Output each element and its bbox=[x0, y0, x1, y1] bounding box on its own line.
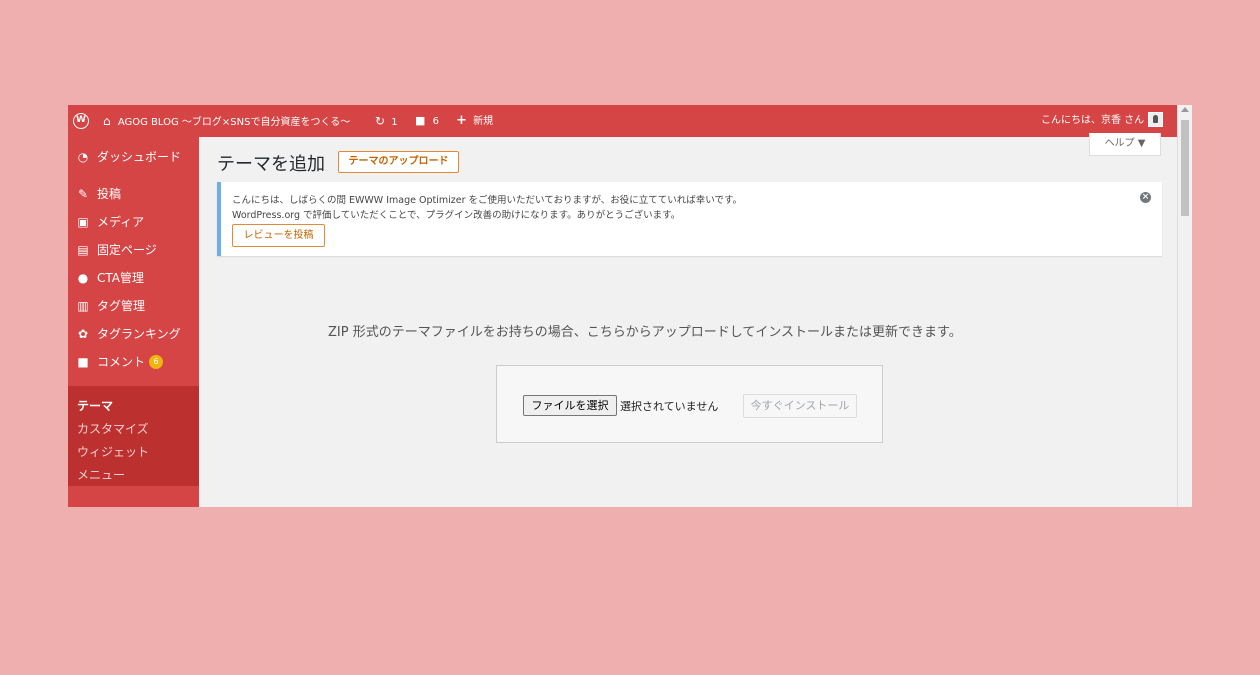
sidebar-item-label: タグ管理 bbox=[97, 299, 146, 313]
comment-count-badge: 6 bbox=[149, 354, 164, 369]
sidebar-item-tag-ranking[interactable]: ✿ タグランキング bbox=[68, 321, 199, 347]
notice-text-line1: こんにちは、しばらくの間 EWWW Image Optimizer をご使用いた… bbox=[232, 195, 743, 206]
sidebar-item-cta[interactable]: ● CTA管理 bbox=[68, 265, 199, 291]
browser-viewport: W ⌂ AGOG BLOG ～ブログ×SNSで自分資産をつくる～ ↻ 1 ■ 6… bbox=[68, 105, 1192, 507]
upload-form: ファイルを選択 選択されていません 今すぐインストール bbox=[496, 365, 883, 443]
updates-link[interactable]: ↻ 1 bbox=[375, 105, 398, 137]
sidebar-item-comments[interactable]: ■ コメント 6 bbox=[68, 349, 199, 375]
tag-icon: ▥ bbox=[77, 299, 89, 313]
upload-theme-button[interactable]: テーマのアップロード bbox=[338, 151, 459, 173]
new-content-link[interactable]: + 新規 bbox=[456, 105, 493, 137]
sidebar-item-label: 固定ページ bbox=[97, 243, 157, 257]
comments-link[interactable]: ■ 6 bbox=[415, 105, 439, 137]
install-now-button[interactable]: 今すぐインストール bbox=[743, 394, 857, 418]
admin-bar: W ⌂ AGOG BLOG ～ブログ×SNSで自分資産をつくる～ ↻ 1 ■ 6… bbox=[68, 105, 1178, 137]
greeting-label: こんにちは、京香 さん bbox=[1041, 115, 1145, 126]
comments-icon: ■ bbox=[415, 114, 426, 127]
sidebar-item-label: タグランキング bbox=[97, 327, 181, 341]
media-icon: ▣ bbox=[77, 215, 89, 229]
site-name-link[interactable]: ⌂ AGOG BLOG ～ブログ×SNSで自分資産をつくる～ bbox=[103, 105, 350, 137]
dashboard-icon: ◔ bbox=[77, 150, 89, 164]
scroll-thumb[interactable] bbox=[1181, 120, 1189, 216]
upload-description: ZIP 形式のテーマファイルをお持ちの場合、こちらからアップロードしてインストー… bbox=[328, 325, 962, 340]
pushpin-icon: ✎ bbox=[77, 187, 89, 201]
submenu-item-widgets[interactable]: ウィジェット bbox=[77, 443, 149, 460]
home-icon: ⌂ bbox=[103, 114, 111, 128]
sidebar-item-label: コメント 6 bbox=[97, 349, 164, 375]
sidebar-item-label: ダッシュボード bbox=[97, 150, 182, 164]
comments-count: 6 bbox=[432, 116, 439, 127]
sidebar-item-posts[interactable]: ✎ 投稿 bbox=[68, 181, 199, 207]
sidebar-item-label: 投稿 bbox=[97, 187, 122, 201]
submenu-item-menus[interactable]: メニュー bbox=[77, 466, 125, 483]
sidebar-item-tags[interactable]: ▥ タグ管理 bbox=[68, 293, 199, 319]
avatar bbox=[1148, 111, 1164, 127]
wordpress-logo-icon[interactable]: W bbox=[73, 113, 89, 129]
page-title: テーマを追加 bbox=[217, 154, 325, 175]
comment-icon: ■ bbox=[77, 355, 89, 369]
submenu-item-themes[interactable]: テーマ bbox=[77, 397, 113, 414]
updates-count: 1 bbox=[391, 117, 398, 128]
choose-file-button[interactable]: ファイルを選択 bbox=[523, 395, 617, 416]
sidebar-item-label: メディア bbox=[97, 215, 145, 229]
comments-label: コメント bbox=[97, 355, 146, 369]
sidebar-item-pages[interactable]: ▤ 固定ページ bbox=[68, 237, 199, 263]
new-label: 新規 bbox=[473, 116, 494, 127]
post-review-button[interactable]: レビューを投稿 bbox=[232, 224, 325, 247]
scrollbar[interactable] bbox=[1177, 105, 1192, 507]
page-icon: ▤ bbox=[77, 243, 89, 257]
ranking-icon: ✿ bbox=[77, 327, 89, 341]
file-status-text: 選択されていません bbox=[620, 400, 719, 413]
help-tab-button[interactable]: ヘルプ ▼ bbox=[1089, 133, 1161, 156]
plus-icon: + bbox=[456, 113, 467, 128]
site-name-label: AGOG BLOG ～ブログ×SNSで自分資産をつくる～ bbox=[117, 117, 351, 128]
sidebar-item-dashboard[interactable]: ◔ ダッシュボード bbox=[68, 144, 199, 170]
submenu-item-customize[interactable]: カスタマイズ bbox=[77, 420, 149, 437]
sidebar-item-label: CTA管理 bbox=[97, 271, 144, 285]
notice-text-line2: WordPress.org で評価していただくことで、プラグイン改善の助けになり… bbox=[232, 210, 681, 221]
lightbulb-icon: ● bbox=[77, 271, 89, 285]
updates-icon: ↻ bbox=[375, 114, 386, 128]
sidebar-item-media[interactable]: ▣ メディア bbox=[68, 209, 199, 235]
dismiss-notice-icon[interactable]: × bbox=[1140, 192, 1151, 203]
appearance-submenu: テーマ カスタマイズ ウィジェット メニュー bbox=[68, 386, 199, 486]
plugin-review-notice: こんにちは、しばらくの間 EWWW Image Optimizer をご使用いた… bbox=[217, 182, 1162, 256]
scroll-up-arrow-icon[interactable] bbox=[1181, 107, 1189, 112]
